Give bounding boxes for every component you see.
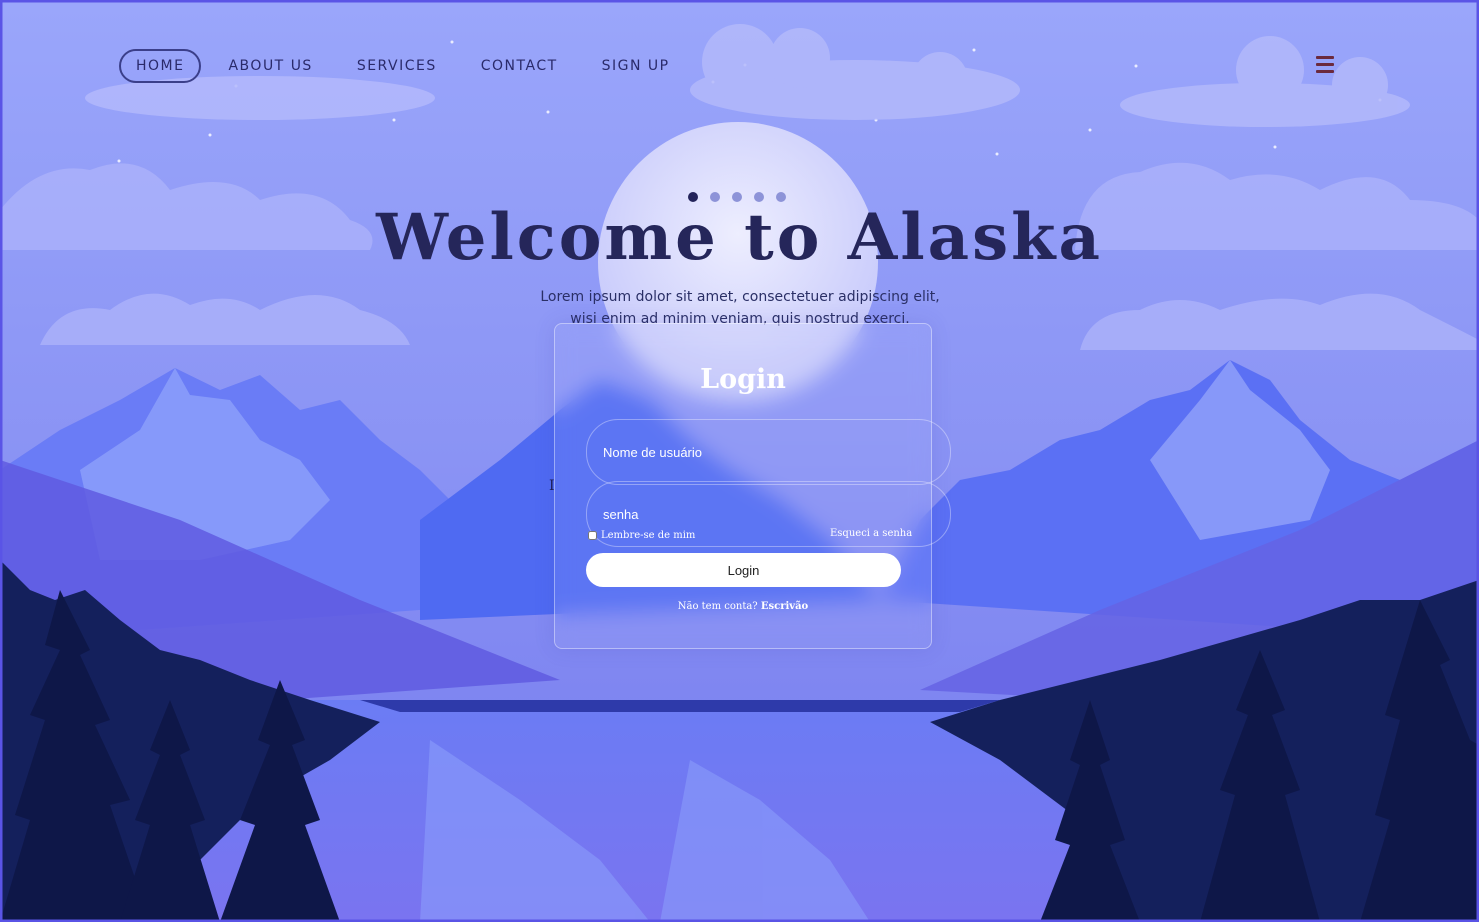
nav-about-us[interactable]: ABOUT US	[211, 49, 329, 83]
main-nav: HOME ABOUT US SERVICES CONTACT SIGN UP	[119, 49, 697, 83]
nav-services[interactable]: SERVICES	[340, 49, 454, 83]
login-card: Login Lembre-se de mim Esqueci a senha L…	[554, 323, 951, 649]
username-field-wrapper	[586, 419, 951, 485]
login-title: Login	[700, 364, 786, 395]
nav-sign-up[interactable]: SIGN UP	[585, 49, 687, 83]
hero-title: Welcome to Alaska	[376, 200, 1103, 275]
nav-contact[interactable]: CONTACT	[464, 49, 575, 83]
remember-label: Lembre-se de mim	[601, 530, 696, 541]
remember-checkbox[interactable]	[588, 531, 597, 540]
register-link[interactable]: Escrivão	[761, 601, 808, 612]
nav-home[interactable]: HOME	[119, 49, 202, 83]
username-input[interactable]	[587, 420, 950, 484]
register-text: Não tem conta?	[677, 601, 758, 612]
remember-me[interactable]: Lembre-se de mim	[588, 530, 695, 541]
hamburger-icon[interactable]	[1316, 52, 1334, 78]
login-button[interactable]: Login	[586, 553, 901, 587]
forgot-password-link[interactable]: Esqueci a senha	[830, 528, 912, 539]
register-prompt: Não tem conta? Escrivão	[555, 601, 931, 612]
